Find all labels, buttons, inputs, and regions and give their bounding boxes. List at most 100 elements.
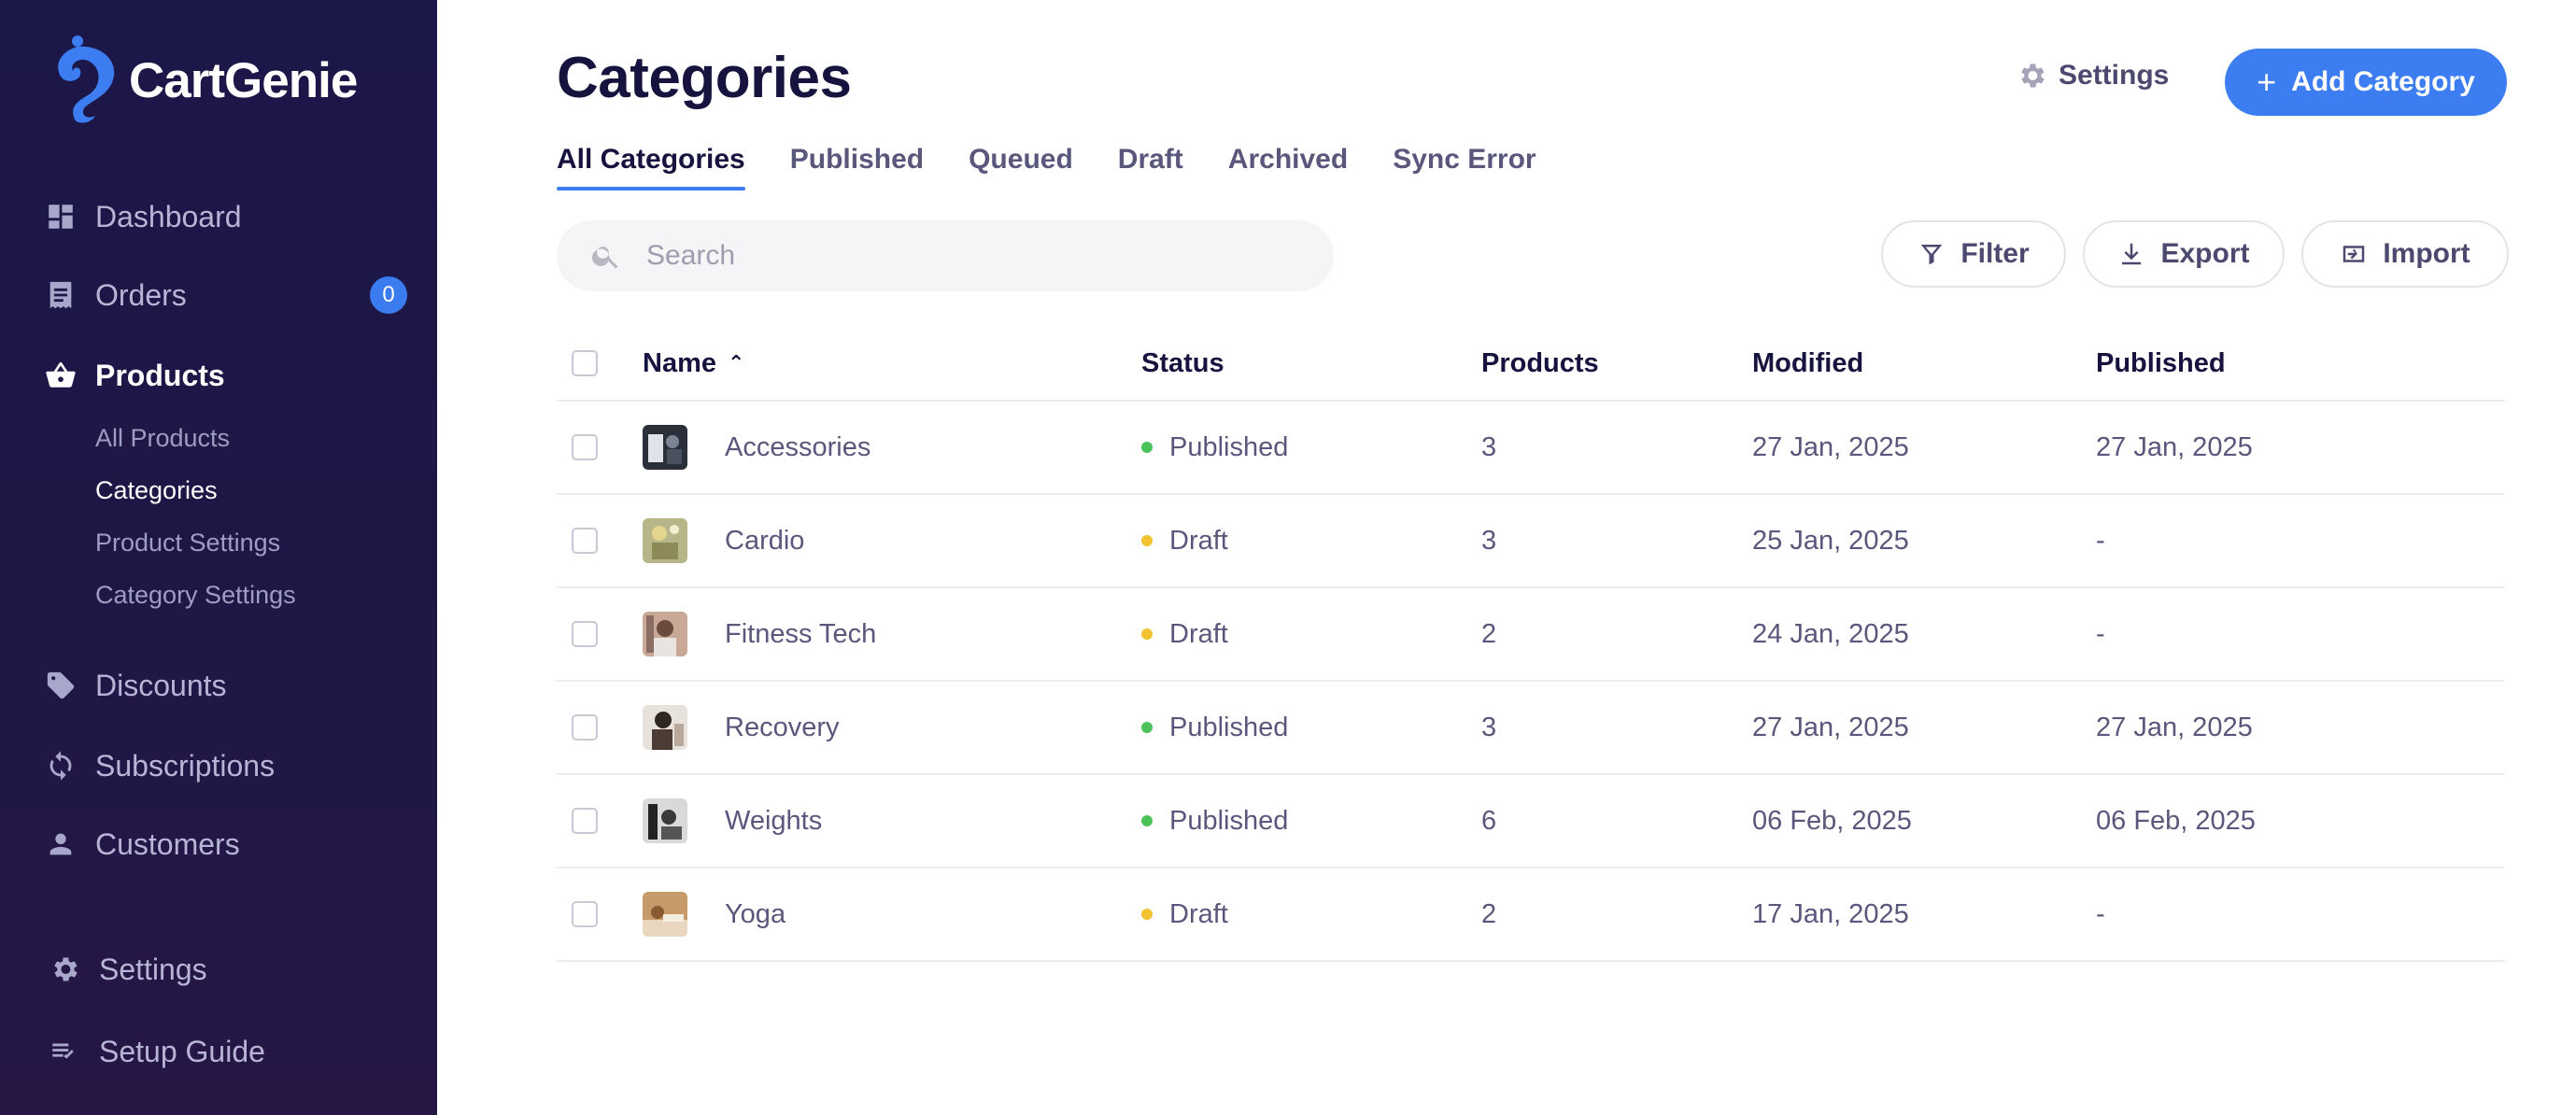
table-row[interactable]: Weights Published 6 06 Feb, 2025 06 Feb,…	[557, 775, 2505, 868]
sidebar-item-label: Products	[95, 358, 225, 392]
category-thumbnail	[643, 775, 687, 867]
sidebar-subitem-all-products[interactable]: All Products	[95, 424, 230, 453]
category-name[interactable]: Weights	[725, 775, 822, 867]
status-text: Draft	[1169, 618, 1228, 649]
published-date: -	[2096, 525, 2105, 556]
category-thumbnail	[643, 402, 687, 493]
tab-sync-error[interactable]: Sync Error	[1393, 144, 1536, 191]
sidebar-item-label: Settings	[99, 952, 207, 986]
published-column-header[interactable]: Published	[2096, 327, 2226, 400]
tab-archived[interactable]: Archived	[1228, 144, 1348, 191]
row-checkbox-cell	[572, 402, 598, 493]
products-count: 3	[1481, 525, 1497, 556]
status-dot	[1141, 535, 1153, 546]
published-date: 27 Jan, 2025	[2096, 431, 2253, 462]
table-row[interactable]: Accessories Published 3 27 Jan, 2025 27 …	[557, 402, 2505, 495]
status-cell: Draft	[1141, 495, 1228, 586]
basket-icon	[45, 360, 77, 391]
modified-date: 24 Jan, 2025	[1752, 618, 1909, 649]
sidebar-subitem-product-settings[interactable]: Product Settings	[95, 529, 280, 558]
tab-all-categories[interactable]: All Categories	[557, 144, 745, 191]
select-all-checkbox[interactable]	[572, 350, 598, 376]
table-row[interactable]: Fitness Tech Draft 2 24 Jan, 2025 -	[557, 588, 2505, 682]
brand-name: CartGenie	[129, 52, 358, 108]
orders-count-badge: 0	[370, 276, 407, 314]
search-input[interactable]	[646, 240, 1300, 272]
tab-queued[interactable]: Queued	[969, 144, 1073, 191]
sidebar-item-label: Subscriptions	[95, 748, 276, 783]
settings-button[interactable]: Settings	[2016, 60, 2169, 92]
filter-button[interactable]: Filter	[1881, 220, 2066, 288]
add-category-button[interactable]: + Add Category	[2225, 49, 2507, 116]
plus-icon: +	[2257, 63, 2277, 101]
sidebar-subitem-categories[interactable]: Categories	[95, 476, 218, 505]
tab-draft[interactable]: Draft	[1118, 144, 1183, 191]
search-box	[557, 220, 1334, 291]
name-column-header[interactable]: Name ⌃	[643, 327, 744, 400]
tag-icon	[45, 670, 77, 701]
modified-date: 25 Jan, 2025	[1752, 525, 1909, 556]
products-column-header[interactable]: Products	[1481, 327, 1599, 400]
tab-published[interactable]: Published	[790, 144, 924, 191]
category-name[interactable]: Cardio	[725, 495, 804, 586]
column-label: Name	[643, 347, 716, 378]
sidebar-item-label: Orders	[95, 277, 187, 312]
category-name[interactable]: Fitness Tech	[725, 588, 876, 680]
modified-date: 06 Feb, 2025	[1752, 805, 1912, 836]
sidebar-item-products[interactable]: Products	[45, 347, 409, 403]
row-checkbox[interactable]	[572, 714, 598, 741]
row-checkbox[interactable]	[572, 621, 598, 647]
modified-date: 17 Jan, 2025	[1752, 898, 1909, 929]
row-checkbox[interactable]	[572, 808, 598, 834]
status-dot	[1141, 628, 1153, 640]
gear-icon	[2021, 64, 2045, 88]
checklist-icon	[49, 1036, 80, 1067]
table-row[interactable]: Recovery Published 3 27 Jan, 2025 27 Jan…	[557, 682, 2505, 775]
sidebar-item-orders[interactable]: Orders 0	[45, 267, 409, 323]
page-title: Categories	[557, 46, 852, 110]
status-cell: Draft	[1141, 588, 1228, 680]
sidebar-item-settings[interactable]: Settings	[49, 941, 409, 997]
products-count: 2	[1481, 618, 1497, 649]
row-checkbox-cell	[572, 775, 598, 867]
sidebar-item-setup-guide[interactable]: Setup Guide	[49, 1023, 409, 1080]
sidebar-item-discounts[interactable]: Discounts	[45, 657, 409, 713]
brand[interactable]: CartGenie	[47, 34, 358, 127]
row-checkbox[interactable]	[572, 434, 598, 460]
dashboard-icon	[45, 201, 77, 233]
status-text: Published	[1169, 712, 1289, 742]
modified-column-header[interactable]: Modified	[1752, 327, 1863, 400]
row-checkbox[interactable]	[572, 901, 598, 927]
products-count: 2	[1481, 898, 1497, 929]
status-column-header[interactable]: Status	[1141, 327, 1224, 400]
main-content: Categories Settings + Add Category All C…	[437, 0, 2576, 1115]
sidebar-subitem-category-settings[interactable]: Category Settings	[95, 581, 296, 610]
table-row[interactable]: Yoga Draft 2 17 Jan, 2025 -	[557, 868, 2505, 962]
sidebar-item-subscriptions[interactable]: Subscriptions	[45, 738, 409, 794]
sidebar-item-label: Dashboard	[95, 199, 242, 233]
table-row[interactable]: Cardio Draft 3 25 Jan, 2025 -	[557, 495, 2505, 588]
export-button[interactable]: Export	[2083, 220, 2285, 288]
category-name[interactable]: Recovery	[725, 682, 840, 773]
sidebar-item-dashboard[interactable]: Dashboard	[45, 189, 409, 245]
category-thumbnail	[643, 588, 687, 680]
person-icon	[45, 828, 77, 860]
status-cell: Published	[1141, 775, 1288, 867]
table-header: Name ⌃ Status Products Modified Publishe…	[557, 327, 2505, 402]
category-name[interactable]: Yoga	[725, 868, 786, 960]
row-checkbox[interactable]	[572, 528, 598, 554]
sidebar-item-customers[interactable]: Customers	[45, 816, 409, 872]
modified-date: 27 Jan, 2025	[1752, 712, 1909, 742]
status-dot	[1141, 815, 1153, 826]
category-name[interactable]: Accessories	[725, 402, 870, 493]
receipt-icon	[45, 279, 77, 311]
search-icon	[592, 247, 618, 269]
status-tabs: All Categories Published Queued Draft Ar…	[557, 144, 1581, 191]
sidebar: CartGenie Dashboard Orders 0 Products Al…	[0, 0, 437, 1115]
status-dot	[1141, 722, 1153, 733]
products-count: 3	[1481, 712, 1497, 742]
export-label: Export	[2160, 238, 2250, 269]
published-date: -	[2096, 898, 2105, 929]
sidebar-item-label: Discounts	[95, 668, 227, 702]
import-button[interactable]: Import	[2301, 220, 2509, 288]
